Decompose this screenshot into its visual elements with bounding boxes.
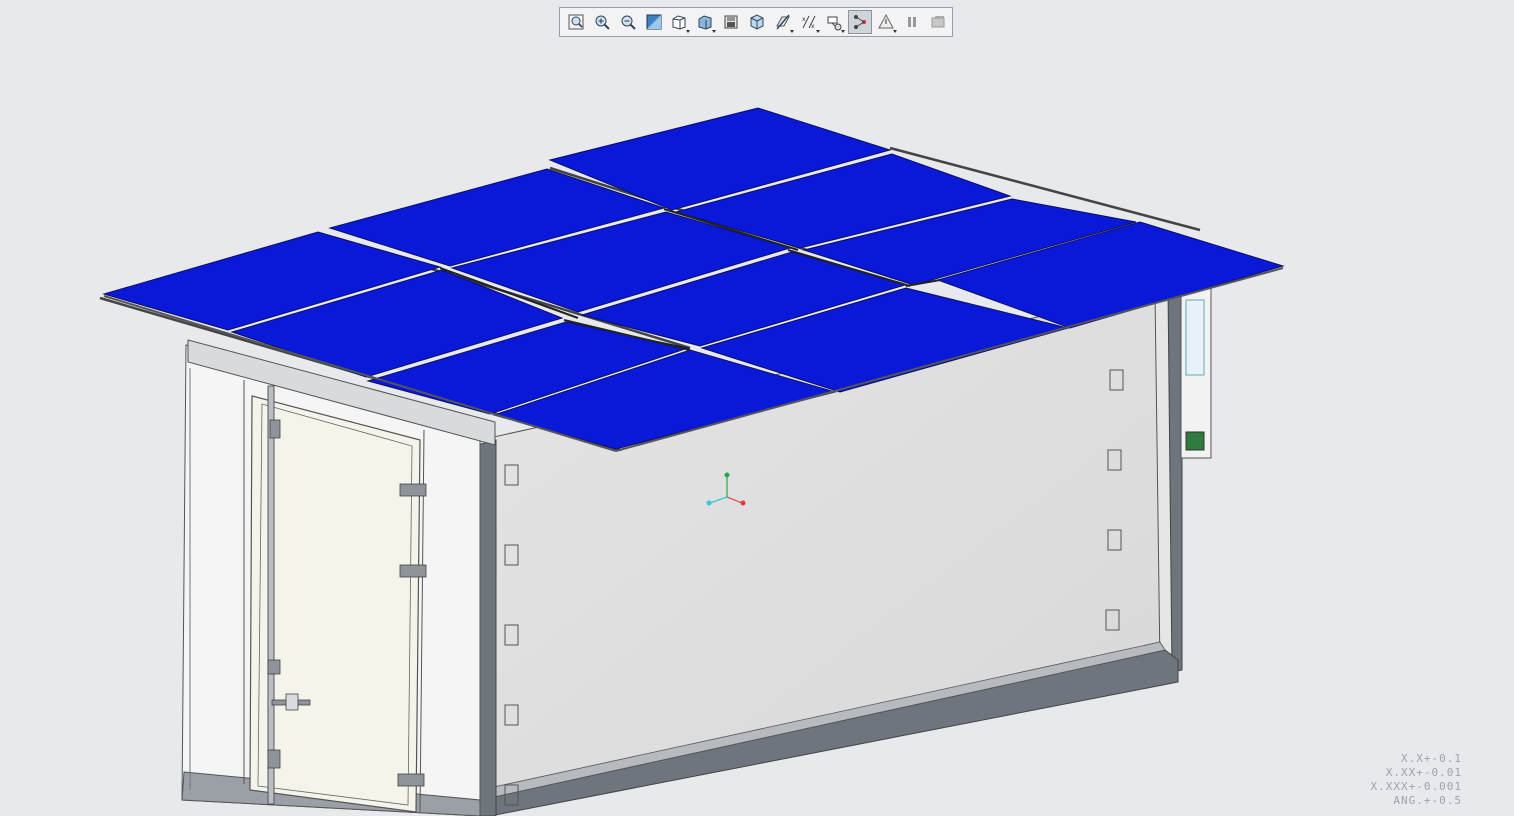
saved-orientations-button[interactable] <box>667 10 691 34</box>
zoom-out-icon <box>621 15 636 30</box>
lock-bracket <box>267 659 281 675</box>
tolerance-line: X.XXX+-0.001 <box>1370 780 1462 793</box>
annotation-display-icon <box>827 16 842 31</box>
lock-bracket <box>269 419 281 439</box>
lock-bracket <box>267 749 281 769</box>
section-button[interactable] <box>771 10 795 34</box>
pause-icon <box>908 17 917 27</box>
svg-text:x: x <box>802 16 806 23</box>
perspective-view-button[interactable] <box>745 10 769 34</box>
tolerance-line: ANG.+-0.5 <box>1393 794 1462 807</box>
pause-button[interactable] <box>900 10 924 34</box>
zoom-in-icon <box>595 15 610 30</box>
stop-button[interactable] <box>926 10 950 34</box>
spin-center-button[interactable] <box>848 10 873 34</box>
saved-orientations-icon <box>672 15 686 30</box>
tolerance-line: X.XX+-0.01 <box>1385 766 1462 779</box>
section-icon <box>775 14 790 30</box>
datum-display-button[interactable]: xx <box>797 10 821 34</box>
corner-post-front <box>477 439 497 816</box>
tolerance-line: X.X+-0.1 <box>1401 752 1462 765</box>
zoom-in-button[interactable] <box>590 10 614 34</box>
view-toolbar: xx <box>559 7 953 37</box>
refit-button[interactable] <box>564 10 588 34</box>
door[interactable] <box>249 395 421 813</box>
repaint-icon <box>646 14 661 30</box>
perspective-view-icon <box>750 14 764 30</box>
display-style-icon <box>698 15 712 30</box>
simulation-display-button[interactable] <box>874 10 898 34</box>
datum-display-icon: xx <box>802 15 816 30</box>
zoom-out-button[interactable] <box>616 10 640 34</box>
door-lock-bar[interactable] <box>267 385 275 805</box>
view-manager-button[interactable] <box>719 10 743 34</box>
tolerance-note: X.X+-0.1 X.XX+-0.01 X.XXX+-0.001 ANG.+-0… <box>1371 752 1462 808</box>
model-viewport[interactable] <box>0 0 1514 816</box>
display-style-button[interactable] <box>693 10 717 34</box>
control-display <box>1185 431 1205 451</box>
refit-icon <box>568 14 584 30</box>
simulation-display-icon <box>878 13 895 29</box>
annotation-display-button[interactable] <box>823 10 847 34</box>
equipment-window <box>1185 299 1205 376</box>
view-manager-icon <box>724 15 738 29</box>
repaint-button[interactable] <box>642 10 666 34</box>
spin-center-icon <box>854 15 867 29</box>
svg-text:x: x <box>811 23 815 30</box>
stop-icon <box>931 16 945 28</box>
